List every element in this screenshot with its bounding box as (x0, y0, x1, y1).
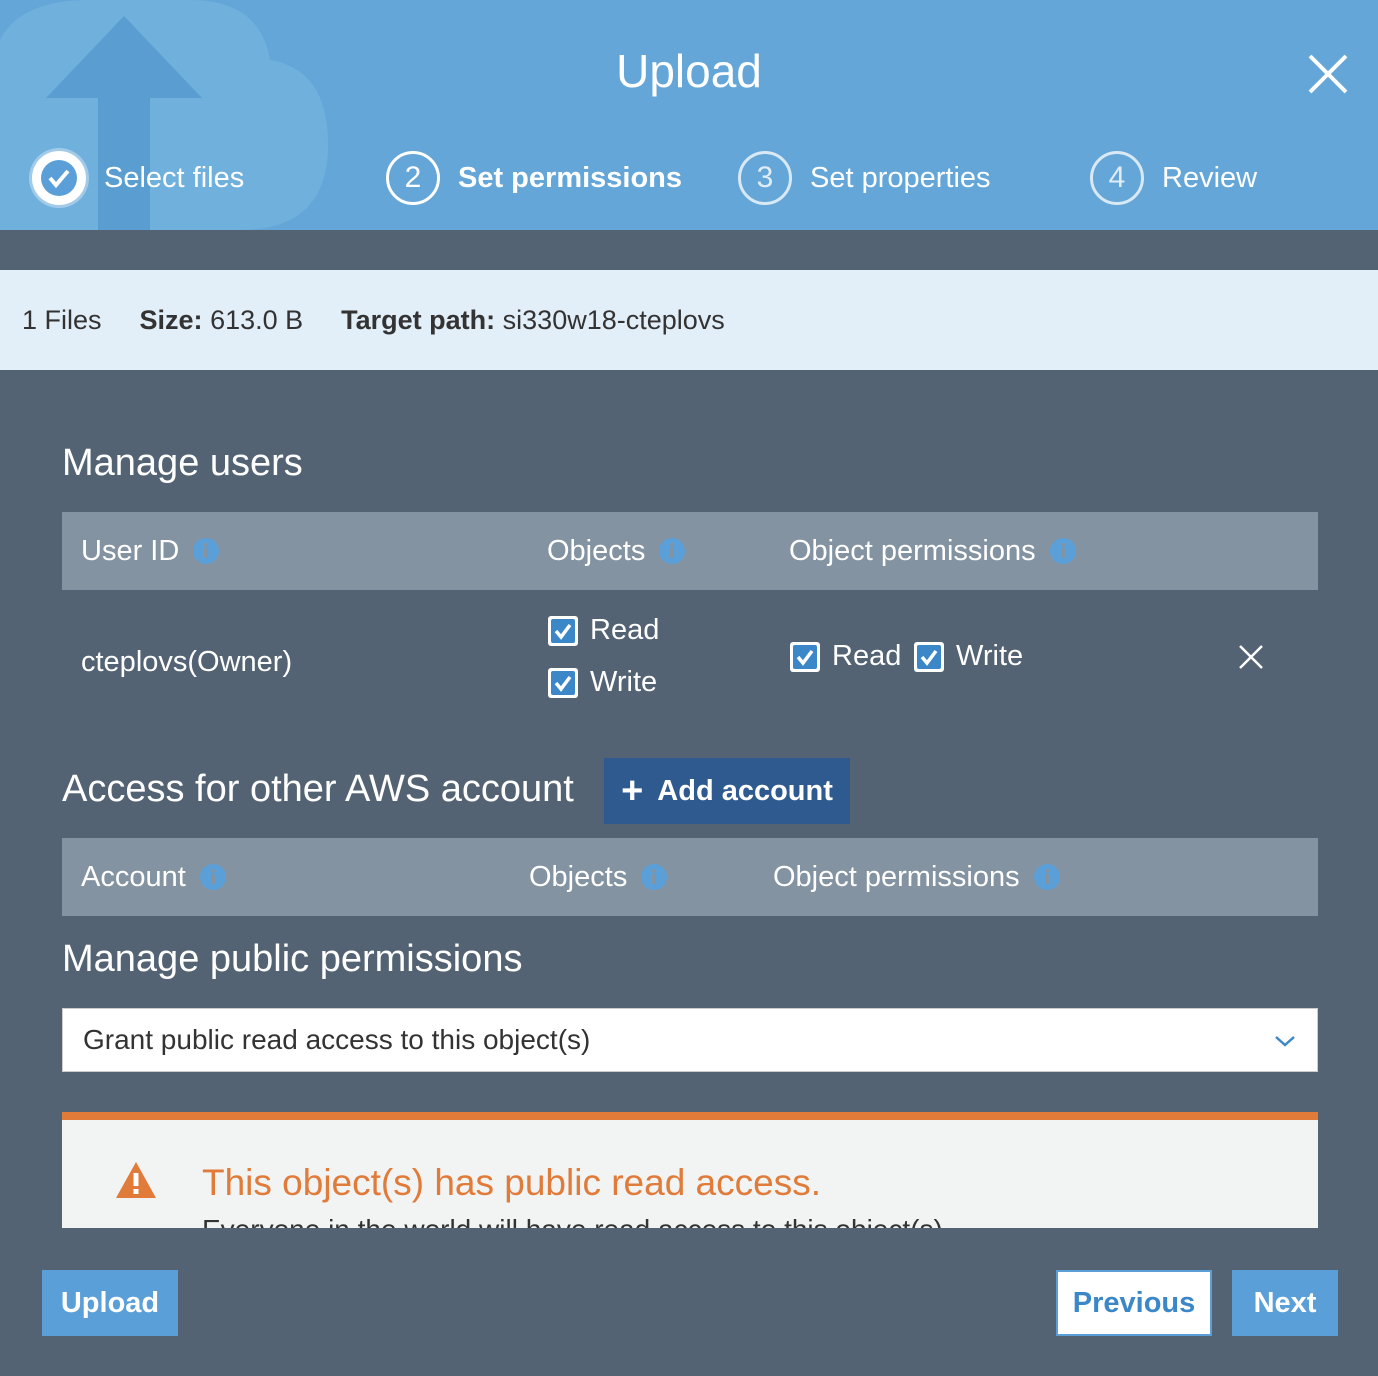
column-label: Objects (547, 534, 646, 567)
accounts-table-header: Account Objects Object permissions (62, 838, 1318, 916)
target-path-info: Target path: si330w18-cteplovs (341, 305, 725, 336)
column-object-permissions: Object permissions (773, 838, 1060, 916)
checkmark-icon (32, 151, 86, 205)
upload-header: Upload Select files 2 Set permissions 3 … (0, 0, 1378, 230)
checkbox-checked-icon (790, 641, 820, 672)
size-value: 613.0 B (210, 304, 304, 335)
checkbox-checked-icon (548, 667, 578, 698)
permissions-read-checkbox[interactable]: Read (790, 640, 901, 673)
target-path-value: si330w18-cteplovs (502, 304, 725, 335)
close-icon[interactable] (1304, 50, 1352, 98)
warning-body: Everyone in the world will have read acc… (202, 1214, 951, 1228)
plus-icon: + (621, 770, 644, 812)
column-user-id: User ID (81, 512, 220, 590)
previous-button[interactable]: Previous (1056, 1270, 1212, 1336)
public-permissions-select[interactable]: Grant public read access to this object(… (62, 1008, 1318, 1072)
step-number: 2 (386, 151, 440, 205)
size-info: Size: 613.0 B (140, 305, 304, 336)
dialog-title: Upload (616, 45, 762, 97)
info-icon[interactable] (1033, 864, 1060, 890)
step-set-permissions[interactable]: 2 Set permissions (386, 150, 682, 206)
info-icon[interactable] (193, 538, 220, 564)
objects-read-checkbox[interactable]: Read (548, 614, 659, 647)
size-label: Size: (139, 304, 203, 335)
public-access-warning: This object(s) has public read access. E… (62, 1112, 1318, 1228)
chevron-down-icon (1275, 1036, 1295, 1047)
info-icon[interactable] (1049, 538, 1076, 564)
files-count: 1 Files (22, 304, 102, 335)
column-label: Objects (529, 860, 628, 893)
info-icon[interactable] (199, 864, 226, 890)
step-label: Set permissions (458, 161, 683, 194)
step-select-files[interactable]: Select files (32, 150, 244, 206)
user-id-cell: cteplovs(Owner) (81, 646, 293, 678)
select-value: Grant public read access to this object(… (83, 1024, 591, 1055)
column-objects: Objects (547, 512, 686, 590)
target-path-label: Target path: (341, 304, 496, 335)
add-account-button[interactable]: + Add account (604, 758, 850, 824)
permissions-write-checkbox[interactable]: Write (914, 640, 1023, 673)
column-object-permissions: Object permissions (789, 512, 1076, 590)
objects-write-checkbox[interactable]: Write (548, 666, 657, 699)
users-table-header: User ID Objects Object permissions (62, 512, 1318, 590)
other-account-title: Access for other AWS account (62, 768, 574, 810)
warning-icon (116, 1162, 156, 1198)
info-icon[interactable] (659, 538, 686, 564)
remove-user-icon[interactable] (1236, 642, 1266, 672)
manage-users-title: Manage users (62, 442, 303, 484)
info-icon[interactable] (641, 864, 668, 890)
checkbox-label: Read (590, 614, 660, 646)
column-label: Account (81, 860, 186, 893)
checkbox-label: Write (956, 640, 1024, 672)
step-label: Select files (104, 161, 245, 194)
column-account: Account (81, 838, 226, 916)
public-permissions-title: Manage public permissions (62, 938, 523, 980)
step-set-properties[interactable]: 3 Set properties (738, 150, 991, 206)
checkbox-checked-icon (548, 615, 578, 646)
column-label: User ID (81, 534, 180, 567)
step-number: 3 (738, 151, 792, 205)
step-label: Review (1162, 161, 1258, 194)
add-account-label: Add account (657, 774, 833, 807)
warning-title: This object(s) has public read access. (202, 1162, 821, 1203)
upload-summary: 1 Files Size: 613.0 B Target path: si330… (0, 270, 1378, 370)
next-button[interactable]: Next (1232, 1270, 1338, 1336)
step-number: 4 (1090, 151, 1144, 205)
step-label: Set properties (810, 161, 991, 194)
step-review[interactable]: 4 Review (1090, 150, 1257, 206)
column-objects: Objects (529, 838, 668, 916)
checkbox-checked-icon (914, 641, 944, 672)
column-label: Object permissions (773, 860, 1020, 893)
checkbox-label: Write (590, 666, 658, 698)
checkbox-label: Read (832, 640, 902, 672)
column-label: Object permissions (789, 534, 1036, 567)
upload-button[interactable]: Upload (42, 1270, 178, 1336)
